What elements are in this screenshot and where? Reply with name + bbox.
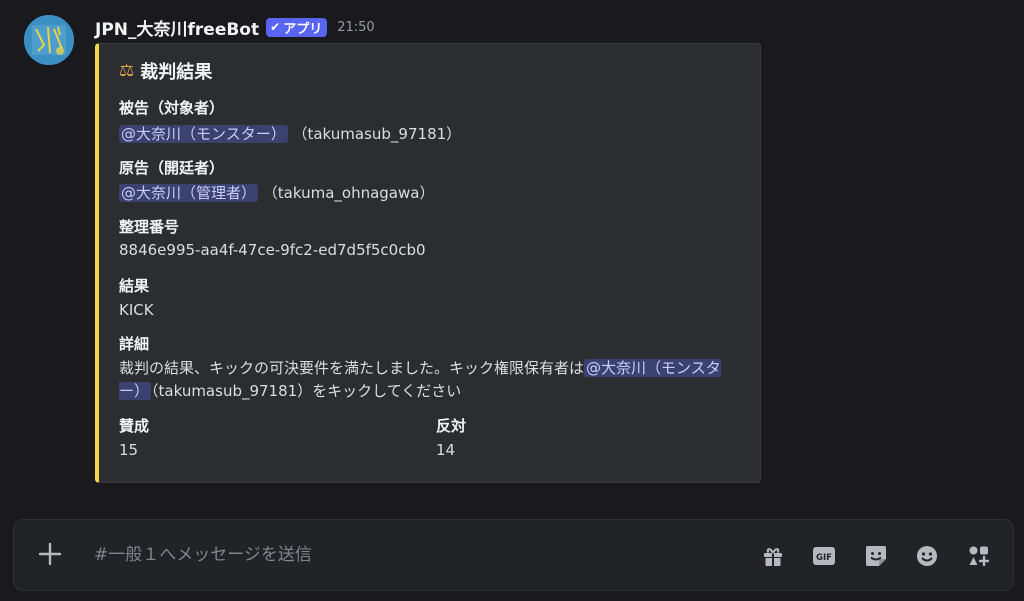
message-timestamp[interactable]: 21:50 (337, 20, 374, 35)
message-input[interactable] (94, 541, 694, 569)
bot-username[interactable]: JPN_大奈川freeBot (95, 15, 259, 40)
details-text-before: 裁判の結果、キックの可決要件を満たしました。キック権限保有者は (119, 359, 585, 377)
message-header: JPN_大奈川freeBot ✔ アプリ 21:50 (95, 14, 375, 40)
plaintiff-mention[interactable]: @大奈川（管理者） (119, 184, 259, 202)
defendant-label: 被告（対象者） (119, 99, 225, 117)
result-label: 結果 (119, 277, 150, 295)
emoji-button[interactable] (914, 543, 940, 569)
bot-avatar[interactable] (24, 15, 74, 65)
apps-icon (969, 546, 990, 567)
gift-icon (764, 548, 782, 566)
defendant-value: @大奈川（モンスター） （takumasub_97181） (119, 123, 461, 144)
defendant-handle: （takumasub_97181） (292, 125, 462, 143)
details-text: 裁判の結果、キックの可決要件を満たしました。キック権限保有者は @大奈川（モンスタ… (119, 357, 739, 403)
apps-button[interactable] (966, 543, 992, 569)
smiley-icon (917, 546, 937, 566)
votes-for-value: 15 (119, 441, 139, 459)
balance-scale-icon: ⚖ (119, 61, 135, 81)
details-label: 詳細 (119, 335, 150, 353)
app-badge-label: アプリ (283, 21, 323, 37)
plaintiff-label: 原告（開廷者） (119, 159, 225, 177)
add-attachment-button[interactable] (36, 540, 64, 568)
app-badge: ✔ アプリ (266, 17, 328, 37)
sticker-button[interactable] (863, 543, 889, 569)
plaintiff-value: @大奈川（管理者） （takuma_ohnagawa） (119, 182, 434, 203)
gift-button[interactable] (760, 543, 786, 569)
gif-button[interactable]: GIF (811, 543, 837, 569)
verified-check-icon: ✔ (270, 20, 281, 34)
gif-icon-label: GIF (816, 553, 832, 563)
votes-for-label: 賛成 (119, 417, 150, 435)
plus-icon (38, 542, 62, 566)
defendant-mention[interactable]: @大奈川（モンスター） (119, 125, 288, 143)
sticker-icon (866, 546, 886, 566)
plaintiff-handle: （takuma_ohnagawa） (262, 184, 435, 202)
case-number-value: 8846e995-aa4f-47ce-9fc2-ed7d5f5c0cb0 (119, 241, 426, 259)
votes-against-value: 14 (436, 441, 456, 459)
message-composer: GIF (13, 519, 1014, 591)
result-value: KICK (119, 301, 154, 319)
details-text-after: （takumasub_97181）をキックしてください (151, 382, 462, 400)
embed-title-text: 裁判結果 (140, 62, 213, 83)
votes-against-label: 反対 (436, 417, 467, 435)
case-number-label: 整理番号 (119, 218, 180, 236)
embed-title: ⚖ 裁判結果 (119, 58, 212, 84)
verdict-embed: ⚖ 裁判結果 被告（対象者） @大奈川（モンスター） （takumasub_97… (95, 43, 761, 483)
gif-icon: GIF (813, 547, 835, 565)
bot-message: JPN_大奈川freeBot ✔ アプリ 21:50 ⚖ 裁判結果 被告（対象者… (0, 0, 1024, 500)
